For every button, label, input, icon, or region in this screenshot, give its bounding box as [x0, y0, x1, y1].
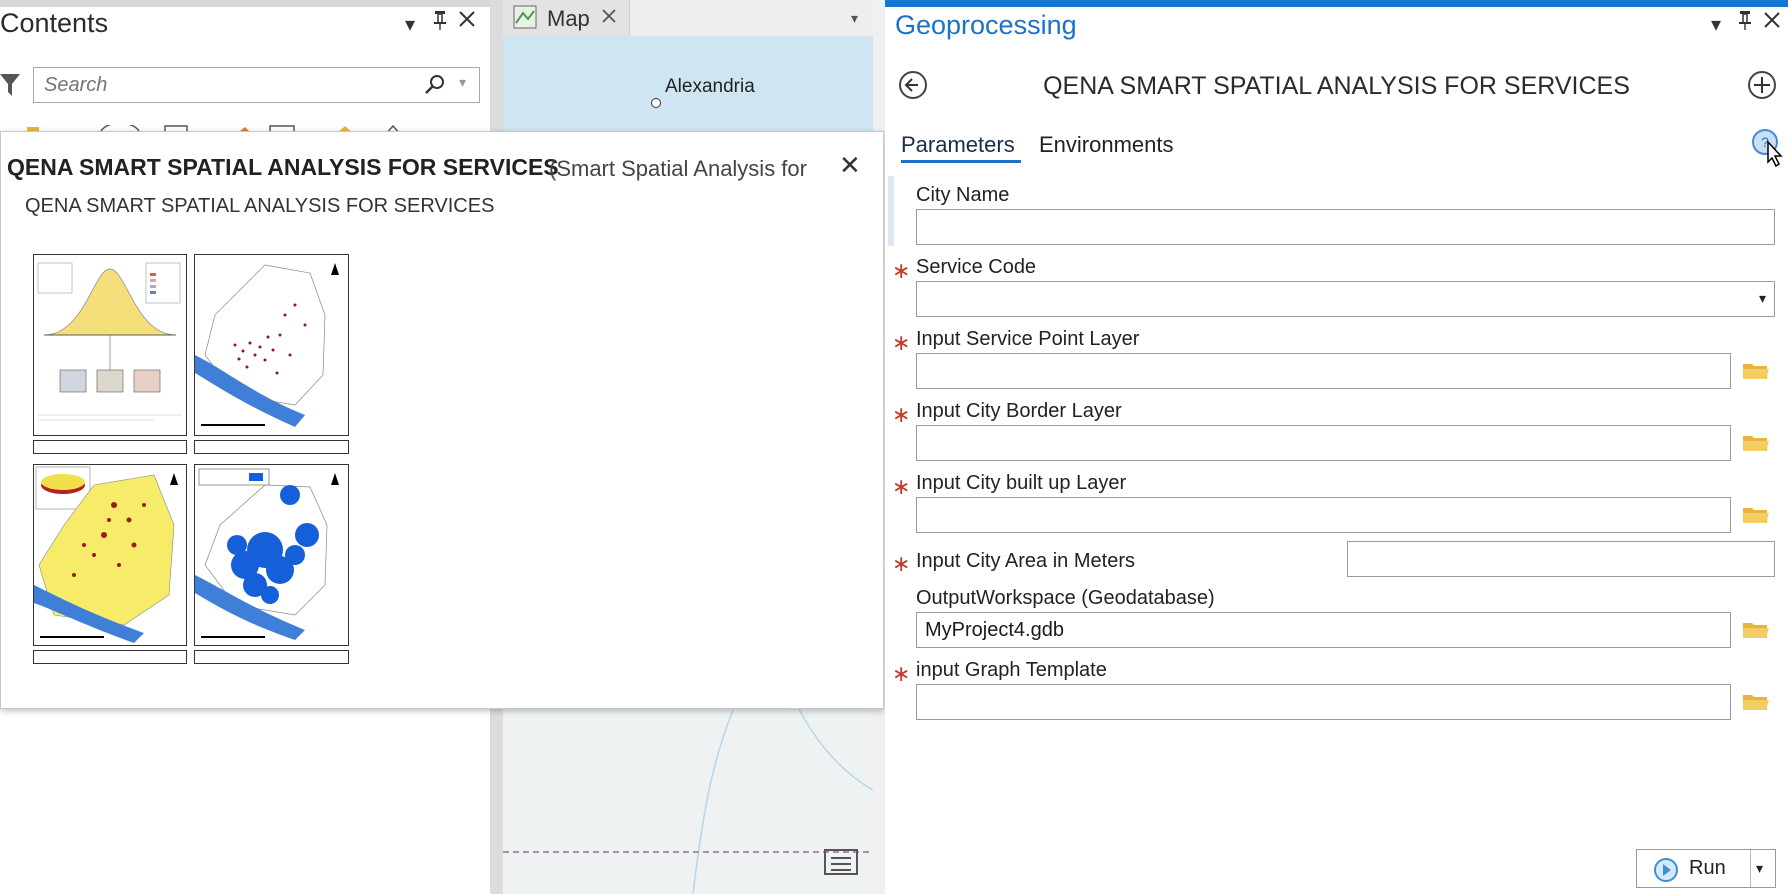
city-area-label: Input City Area in Meters — [916, 550, 1135, 572]
contents-close-icon[interactable] — [458, 10, 476, 33]
contents-menu-icon[interactable]: ▾ — [405, 12, 415, 37]
contents-top-bar — [0, 0, 490, 7]
run-options-dropdown-icon[interactable]: ▾ — [1756, 860, 1763, 877]
run-divider — [1750, 850, 1751, 887]
geoprocessing-pane: Geoprocessing ▾ QENA SMART SPATIAL ANALY… — [885, 0, 1788, 894]
folder-icon[interactable] — [1742, 691, 1770, 716]
required-star: ∗ — [892, 551, 911, 576]
map-legend-icon[interactable] — [823, 848, 859, 881]
service-point-layer-label: Input Service Point Layer — [916, 328, 1140, 350]
popup-close-icon[interactable]: ✕ — [839, 150, 861, 181]
city-name-label: City Name — [916, 184, 1010, 206]
tool-name: QENA SMART SPATIAL ANALYSIS FOR SERVICES — [1043, 72, 1630, 100]
graph-template-field[interactable] — [916, 684, 1731, 720]
thumbnail-coverage-map — [194, 464, 349, 646]
tab-close-icon[interactable] — [601, 8, 617, 29]
dropdown-icon[interactable]: ▾ — [1759, 290, 1766, 307]
folder-icon[interactable] — [1742, 504, 1770, 529]
city-border-layer-field[interactable] — [916, 425, 1731, 461]
contents-title: Contents — [0, 8, 109, 38]
thumbnail-caption — [33, 650, 187, 664]
built-up-layer-label: Input City built up Layer — [916, 472, 1127, 494]
contents-pin-icon[interactable] — [432, 9, 448, 36]
search-dropdown-icon[interactable]: ▾ — [459, 74, 466, 91]
city-label: Alexandria — [665, 76, 755, 97]
thumbnail-caption — [194, 650, 349, 664]
tab-parameters-underline — [901, 160, 1021, 163]
run-button[interactable]: Run ▾ — [1636, 849, 1776, 888]
required-star: ∗ — [892, 258, 911, 283]
map-icon — [513, 5, 537, 34]
thumbnail-point-map — [194, 254, 349, 436]
tab-parameters[interactable]: Parameters — [901, 132, 1015, 158]
tab-map-label: Map — [547, 6, 590, 31]
map-tabs-menu-icon[interactable]: ▾ — [851, 10, 858, 27]
service-code-dropdown[interactable]: ▾ — [916, 281, 1775, 317]
add-icon[interactable] — [1748, 71, 1776, 99]
required-star: ∗ — [892, 474, 911, 499]
geoprocessing-title: Geoprocessing — [895, 10, 1077, 40]
search-icon[interactable] — [424, 74, 446, 101]
service-code-label: Service Code — [916, 256, 1037, 278]
contents-search-box[interactable]: ▾ — [33, 67, 480, 103]
tool-help-popup: QENA SMART SPATIAL ANALYSIS FOR SERVICES… — [0, 131, 884, 709]
required-star: ∗ — [892, 330, 911, 355]
required-star: ∗ — [892, 661, 911, 686]
service-point-layer-field[interactable] — [916, 353, 1731, 389]
folder-icon[interactable] — [1742, 360, 1770, 385]
run-label: Run — [1689, 857, 1726, 879]
geoprocessing-close-icon[interactable] — [1763, 11, 1781, 34]
thumbnail-density-map — [33, 464, 187, 646]
output-workspace-field[interactable] — [916, 612, 1731, 648]
thumbnail-caption — [33, 440, 187, 454]
folder-icon[interactable] — [1742, 432, 1770, 457]
folder-icon[interactable] — [1742, 619, 1770, 644]
city-marker — [651, 98, 661, 108]
filter-icon[interactable] — [0, 72, 20, 103]
geoprocessing-pin-icon[interactable] — [1737, 9, 1753, 36]
output-workspace-label: OutputWorkspace (Geodatabase) — [916, 587, 1215, 609]
thumbnail-caption — [194, 440, 349, 454]
city-area-field[interactable] — [1347, 541, 1775, 577]
active-parameter-indicator — [888, 176, 894, 246]
tab-map[interactable]: Map — [503, 0, 630, 36]
popup-title: QENA SMART SPATIAL ANALYSIS FOR SERVICES — [7, 154, 559, 180]
popup-description: QENA SMART SPATIAL ANALYSIS FOR SERVICES — [25, 195, 495, 217]
required-star: ∗ — [892, 402, 911, 427]
play-icon — [1653, 857, 1679, 888]
built-up-layer-field[interactable] — [916, 497, 1731, 533]
graph-template-label: input Graph Template — [916, 659, 1107, 681]
tab-environments[interactable]: Environments — [1039, 132, 1174, 158]
geoprocessing-accent-bar — [885, 0, 1788, 7]
city-border-layer-label: Input City Border Layer — [916, 400, 1122, 422]
help-icon[interactable]: ? — [1751, 128, 1787, 185]
city-name-field[interactable] — [916, 209, 1775, 245]
search-input[interactable] — [42, 73, 426, 98]
thumbnail-distribution — [33, 254, 187, 436]
geoprocessing-menu-icon[interactable]: ▾ — [1711, 12, 1721, 37]
popup-subtitle: (Smart Spatial Analysis for — [549, 156, 807, 181]
